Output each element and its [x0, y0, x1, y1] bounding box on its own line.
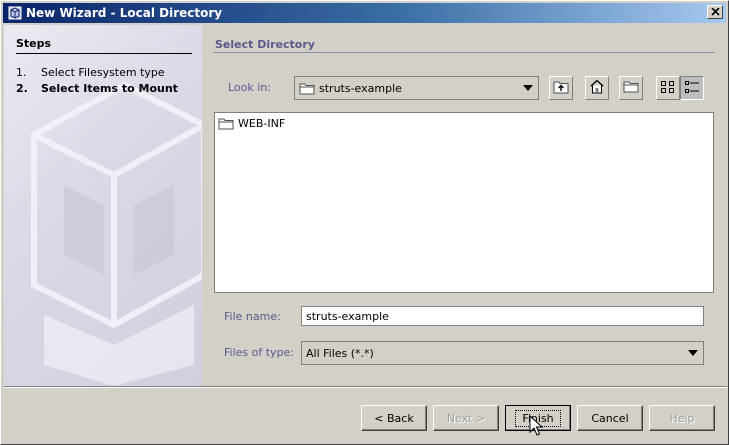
new-folder-icon [623, 80, 639, 96]
window-title: New Wizard - Local Directory [26, 6, 223, 20]
file-name: WEB-INF [238, 117, 286, 130]
new-folder-button[interactable] [619, 76, 643, 100]
up-folder-icon [553, 80, 569, 97]
next-button[interactable]: Next > [433, 405, 499, 431]
footer-divider-highlight [4, 387, 727, 388]
up-one-level-button[interactable] [549, 76, 573, 100]
look-in-value: struts-example [319, 81, 402, 95]
files-of-type-combo[interactable]: All Files (*.*) [301, 341, 704, 365]
back-button-label: < Back [374, 411, 414, 425]
step-item-1: 1. Select Filesystem type [16, 66, 165, 79]
look-in-combo[interactable]: struts-example [294, 76, 539, 100]
file-list[interactable]: WEB-INF [214, 112, 714, 293]
chevron-down-icon[interactable] [518, 77, 538, 99]
details-view-icon [684, 80, 700, 97]
files-of-type-label: Files of type: [224, 346, 295, 359]
chevron-down-icon[interactable] [683, 342, 703, 364]
wizard-window: New Wizard - Local Directory Steps 1. Se… [0, 0, 729, 445]
app-icon [7, 5, 23, 21]
details-view-button[interactable] [680, 76, 704, 100]
list-item[interactable]: WEB-INF [218, 117, 285, 130]
step-number: 2. [16, 82, 28, 95]
steps-title: Steps [16, 37, 52, 50]
cancel-button-label: Cancel [591, 411, 629, 425]
list-view-icon [660, 80, 676, 97]
title-divider [213, 52, 715, 53]
file-name-value: struts-example [306, 309, 389, 323]
file-name-label: File name: [224, 310, 281, 323]
home-icon [589, 79, 605, 97]
file-name-field[interactable]: struts-example [301, 306, 704, 326]
next-button-label: Next > [446, 411, 486, 425]
steps-divider [16, 53, 192, 54]
page-title: Select Directory [215, 38, 315, 51]
close-button[interactable] [707, 5, 723, 19]
steps-panel: Steps 1. Select Filesystem type 2. Select … [4, 25, 202, 386]
list-view-button[interactable] [656, 76, 680, 100]
folder-icon [299, 82, 315, 95]
files-of-type-value: All Files (*.*) [306, 346, 374, 360]
cancel-button[interactable]: Cancel [577, 405, 643, 431]
wizard-watermark [31, 81, 202, 386]
look-in-label: Look in: [228, 81, 271, 94]
close-icon [710, 5, 720, 19]
mouse-cursor-icon [529, 415, 543, 436]
folder-icon [218, 117, 234, 130]
step-label: Select Items to Mount [41, 82, 178, 95]
help-button[interactable]: Help [649, 405, 715, 431]
home-button[interactable] [585, 76, 609, 100]
help-button-label: Help [669, 411, 695, 425]
step-label: Select Filesystem type [41, 66, 165, 79]
step-item-2: 2. Select Items to Mount [16, 82, 178, 95]
back-button[interactable]: < Back [361, 405, 427, 431]
step-number: 1. [16, 66, 27, 79]
title-bar[interactable]: New Wizard - Local Directory [3, 3, 726, 23]
